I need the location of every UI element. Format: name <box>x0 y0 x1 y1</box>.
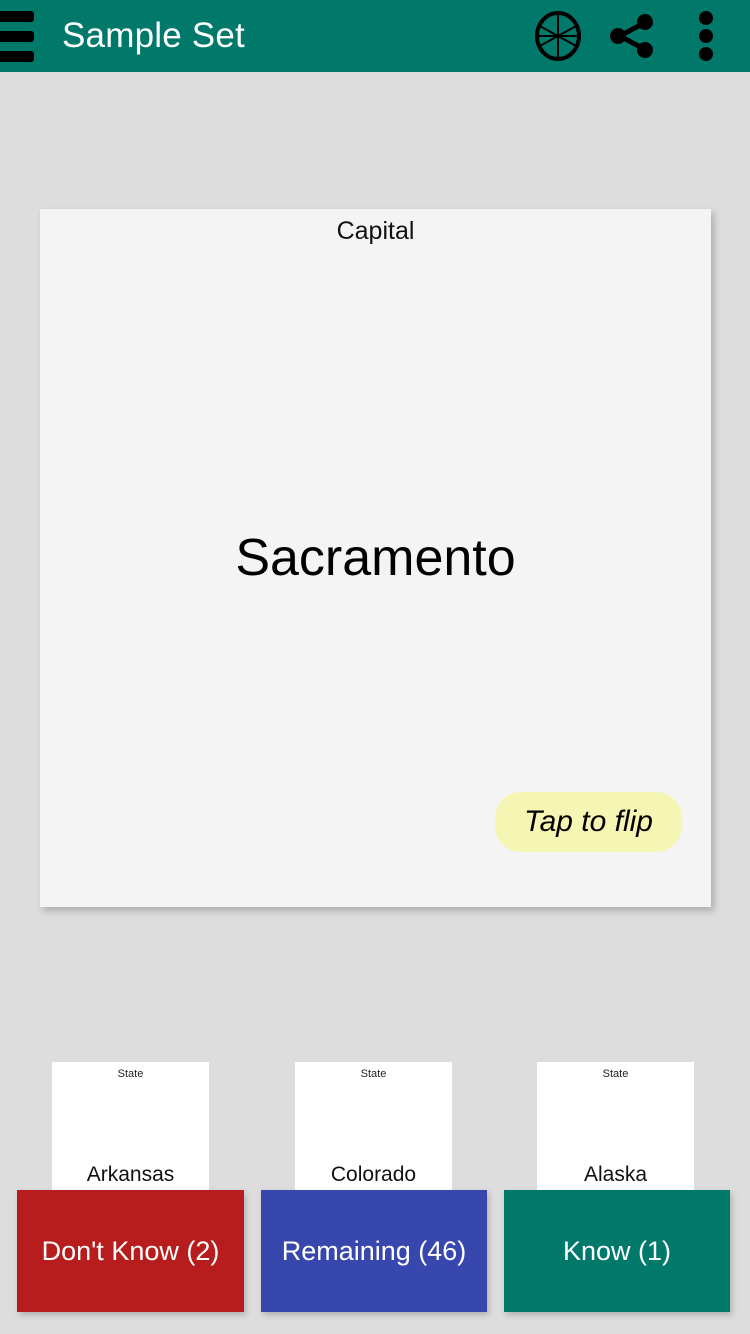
hamburger-menu-icon[interactable] <box>0 7 46 65</box>
mini-card-term: Arkansas <box>86 1163 175 1186</box>
more-vertical-icon[interactable] <box>680 10 732 62</box>
dont-know-button[interactable]: Don't Know (2) <box>17 1190 244 1312</box>
mini-card-category-label: State <box>117 1068 144 1080</box>
mini-flashcard[interactable]: State Colorado <box>295 1062 452 1197</box>
page-title: Sample Set <box>62 16 245 55</box>
mini-card-category-label: State <box>360 1068 387 1080</box>
mini-flashcard[interactable]: State Alaska <box>537 1062 694 1197</box>
bottom-action-bar: Don't Know (2) Remaining (46) Know (1) <box>0 1190 750 1312</box>
mini-card-term: Colorado <box>330 1163 417 1186</box>
app-bar: Sample Set <box>0 0 750 72</box>
hamburger-bar-3 <box>0 50 34 62</box>
tap-to-flip-badge[interactable]: Tap to flip <box>495 792 682 852</box>
mini-flashcard[interactable]: State Arkansas <box>52 1062 209 1197</box>
hamburger-bar-2 <box>0 30 34 42</box>
mini-card-category-label: State <box>602 1068 629 1080</box>
remaining-button[interactable]: Remaining (46) <box>261 1190 487 1312</box>
mini-card-term: Alaska <box>583 1163 648 1186</box>
flashcard[interactable]: Capital Sacramento Tap to flip <box>40 209 711 907</box>
hamburger-bar-1 <box>0 10 34 22</box>
app-bar-actions <box>532 10 750 62</box>
share-icon[interactable] <box>606 10 658 62</box>
know-button[interactable]: Know (1) <box>504 1190 730 1312</box>
wheel-shuffle-icon[interactable] <box>532 10 584 62</box>
upcoming-cards-strip: State Arkansas State Colorado State Alas… <box>0 1062 750 1197</box>
